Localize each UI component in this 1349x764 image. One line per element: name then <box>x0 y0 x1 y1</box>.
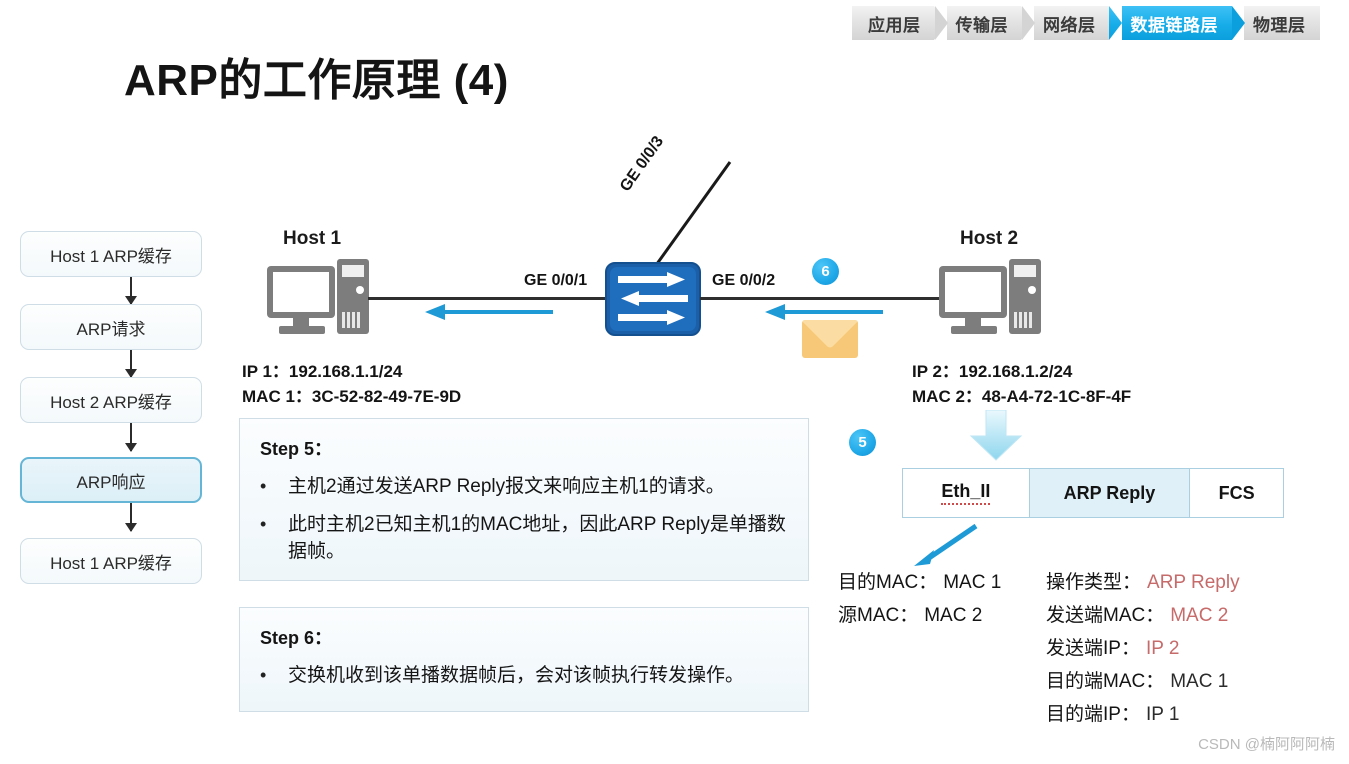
step5-box: Step 5： • 主机2通过发送ARP Reply报文来响应主机1的请求。 •… <box>239 418 809 581</box>
flow-step-host1-arp-cache-top[interactable]: Host 1 ARP缓存 <box>20 231 202 277</box>
frame-expand-down-arrow-icon <box>967 409 1025 467</box>
step5-item-2-text: 此时主机2已知主机1的MAC地址，因此ARP Reply是单播数据帧。 <box>288 513 786 563</box>
flow-step-label: Host 2 ARP缓存 <box>50 392 172 412</box>
host2-ip: IP 2：192.168.1.2/24 <box>912 362 1073 381</box>
frame-cell-arp-reply[interactable]: ARP Reply <box>1029 469 1191 517</box>
bullet-icon: • <box>260 513 267 534</box>
flow-connector-1 <box>125 277 137 305</box>
flow-step-label: ARP请求 <box>76 319 146 339</box>
port-label-ge0-0-1: GE 0/0/1 <box>524 272 588 289</box>
flow-connector-3 <box>125 423 137 452</box>
flow-step-host1-arp-cache-bottom[interactable]: Host 1 ARP缓存 <box>20 538 202 584</box>
packet-flow-arrow-left <box>425 303 553 326</box>
flow-step-arp-response-highlighted[interactable]: ARP响应 <box>20 457 202 503</box>
field-destination-mac: 目的MAC： MAC 1 <box>838 566 1001 599</box>
field-label: 操作类型： <box>1046 572 1142 593</box>
field-value: ARP Reply <box>1147 572 1240 593</box>
step-badge-6: 6 <box>812 258 839 285</box>
host2-label: Host 2 <box>960 228 1019 249</box>
field-source-mac: 源MAC： MAC 2 <box>838 599 1001 632</box>
breadcrumb-label: 传输层 <box>955 15 1008 35</box>
frame-cell-label: Eth_II <box>941 481 991 505</box>
breadcrumb-label: 应用层 <box>868 15 921 35</box>
flow-step-label: Host 1 ARP缓存 <box>50 246 172 266</box>
field-value: MAC 2 <box>924 605 983 626</box>
flow-step-label: Host 1 ARP缓存 <box>50 553 172 573</box>
field-value: IP 1 <box>1145 704 1180 725</box>
host1-ip: IP 1：192.168.1.1/24 <box>242 362 403 381</box>
field-value: MAC 2 <box>1170 605 1229 626</box>
field-label: 发送端MAC： <box>1046 605 1165 626</box>
field-label: 发送端IP： <box>1046 638 1140 659</box>
breadcrumb-label: 物理层 <box>1253 15 1306 35</box>
host1-label: Host 1 <box>283 228 342 249</box>
field-operation-type: 操作类型： ARP Reply <box>1046 566 1240 599</box>
field-target-mac: 目的端MAC： MAC 1 <box>1046 665 1240 698</box>
field-label: 源MAC： <box>838 605 919 626</box>
breadcrumb-label: 数据链路层 <box>1130 15 1218 35</box>
step6-item-1: • 交换机收到该单播数据帧后，会对该帧执行转发操作。 <box>260 662 788 690</box>
link-host1-switch <box>368 297 608 300</box>
field-sender-ip: 发送端IP： IP 2 <box>1046 632 1240 665</box>
step5-title: Step 5： <box>260 439 333 459</box>
layer-breadcrumb: 应用层 传输层 网络层 数据链路层 物理层 <box>852 6 1320 40</box>
step5-item-1-text: 主机2通过发送ARP Reply报文来响应主机1的请求。 <box>288 476 725 497</box>
field-label: 目的端IP： <box>1046 704 1140 725</box>
step5-item-1: • 主机2通过发送ARP Reply报文来响应主机1的请求。 <box>260 473 788 501</box>
field-target-ip: 目的端IP： IP 1 <box>1046 698 1240 731</box>
flow-step-arp-request[interactable]: ARP请求 <box>20 304 202 350</box>
arp-payload-fields: 操作类型： ARP Reply 发送端MAC： MAC 2 发送端IP： IP 2 目… <box>1046 566 1240 731</box>
flow-step-host2-arp-cache[interactable]: Host 2 ARP缓存 <box>20 377 202 423</box>
breadcrumb-item-data-link-layer[interactable]: 数据链路层 <box>1108 6 1245 40</box>
step6-item-1-text: 交换机收到该单播数据帧后，会对该帧执行转发操作。 <box>288 665 745 686</box>
frame-cell-label: ARP Reply <box>1063 482 1156 503</box>
unicast-frame-envelope-icon <box>802 320 858 358</box>
flow-step-label: ARP响应 <box>76 472 146 492</box>
frame-cell-fcs[interactable]: FCS <box>1190 469 1283 517</box>
field-sender-mac: 发送端MAC： MAC 2 <box>1046 599 1240 632</box>
breadcrumb-item-application-layer[interactable]: 应用层 <box>852 6 947 40</box>
field-label: 目的MAC： <box>838 572 938 593</box>
flow-connector-2 <box>125 350 137 378</box>
field-value: MAC 1 <box>943 572 1002 593</box>
network-switch-icon <box>605 262 701 341</box>
host2-computer-icon <box>937 257 1043 344</box>
csdn-watermark: CSDN @楠阿阿阿楠 <box>1198 736 1335 753</box>
field-value: IP 2 <box>1145 638 1180 659</box>
step5-item-2: • 此时主机2已知主机1的MAC地址，因此ARP Reply是单播数据帧。 <box>260 511 788 566</box>
bullet-icon: • <box>260 476 267 496</box>
step-badge-5: 5 <box>849 429 876 456</box>
bullet-icon: • <box>260 665 267 685</box>
ethernet-frame-table: Eth_II ARP Reply FCS <box>902 468 1284 518</box>
field-label: 目的端MAC： <box>1046 671 1165 692</box>
host2-mac: MAC 2：48-A4-72-1C-8F-4F <box>912 387 1132 406</box>
frame-cell-eth-ii[interactable]: Eth_II <box>903 469 1030 517</box>
field-value: MAC 1 <box>1170 671 1229 692</box>
port-label-ge0-0-2: GE 0/0/2 <box>712 272 776 289</box>
page-title: ARP的工作原理 (4) <box>124 56 509 105</box>
link-switch-host2 <box>700 297 940 300</box>
flow-connector-4 <box>125 503 137 532</box>
uplink-ge0-0-3-line <box>630 158 740 275</box>
host1-mac: MAC 1：3C-52-82-49-7E-9D <box>242 387 462 406</box>
breadcrumb-label: 网络层 <box>1043 15 1096 35</box>
eth-header-fields: 目的MAC： MAC 1 源MAC： MAC 2 <box>838 566 1001 632</box>
step6-box: Step 6： • 交换机收到该单播数据帧后，会对该帧执行转发操作。 <box>239 607 809 712</box>
step6-title: Step 6： <box>260 628 333 648</box>
host1-computer-icon <box>265 257 371 344</box>
frame-cell-label: FCS <box>1218 482 1255 503</box>
